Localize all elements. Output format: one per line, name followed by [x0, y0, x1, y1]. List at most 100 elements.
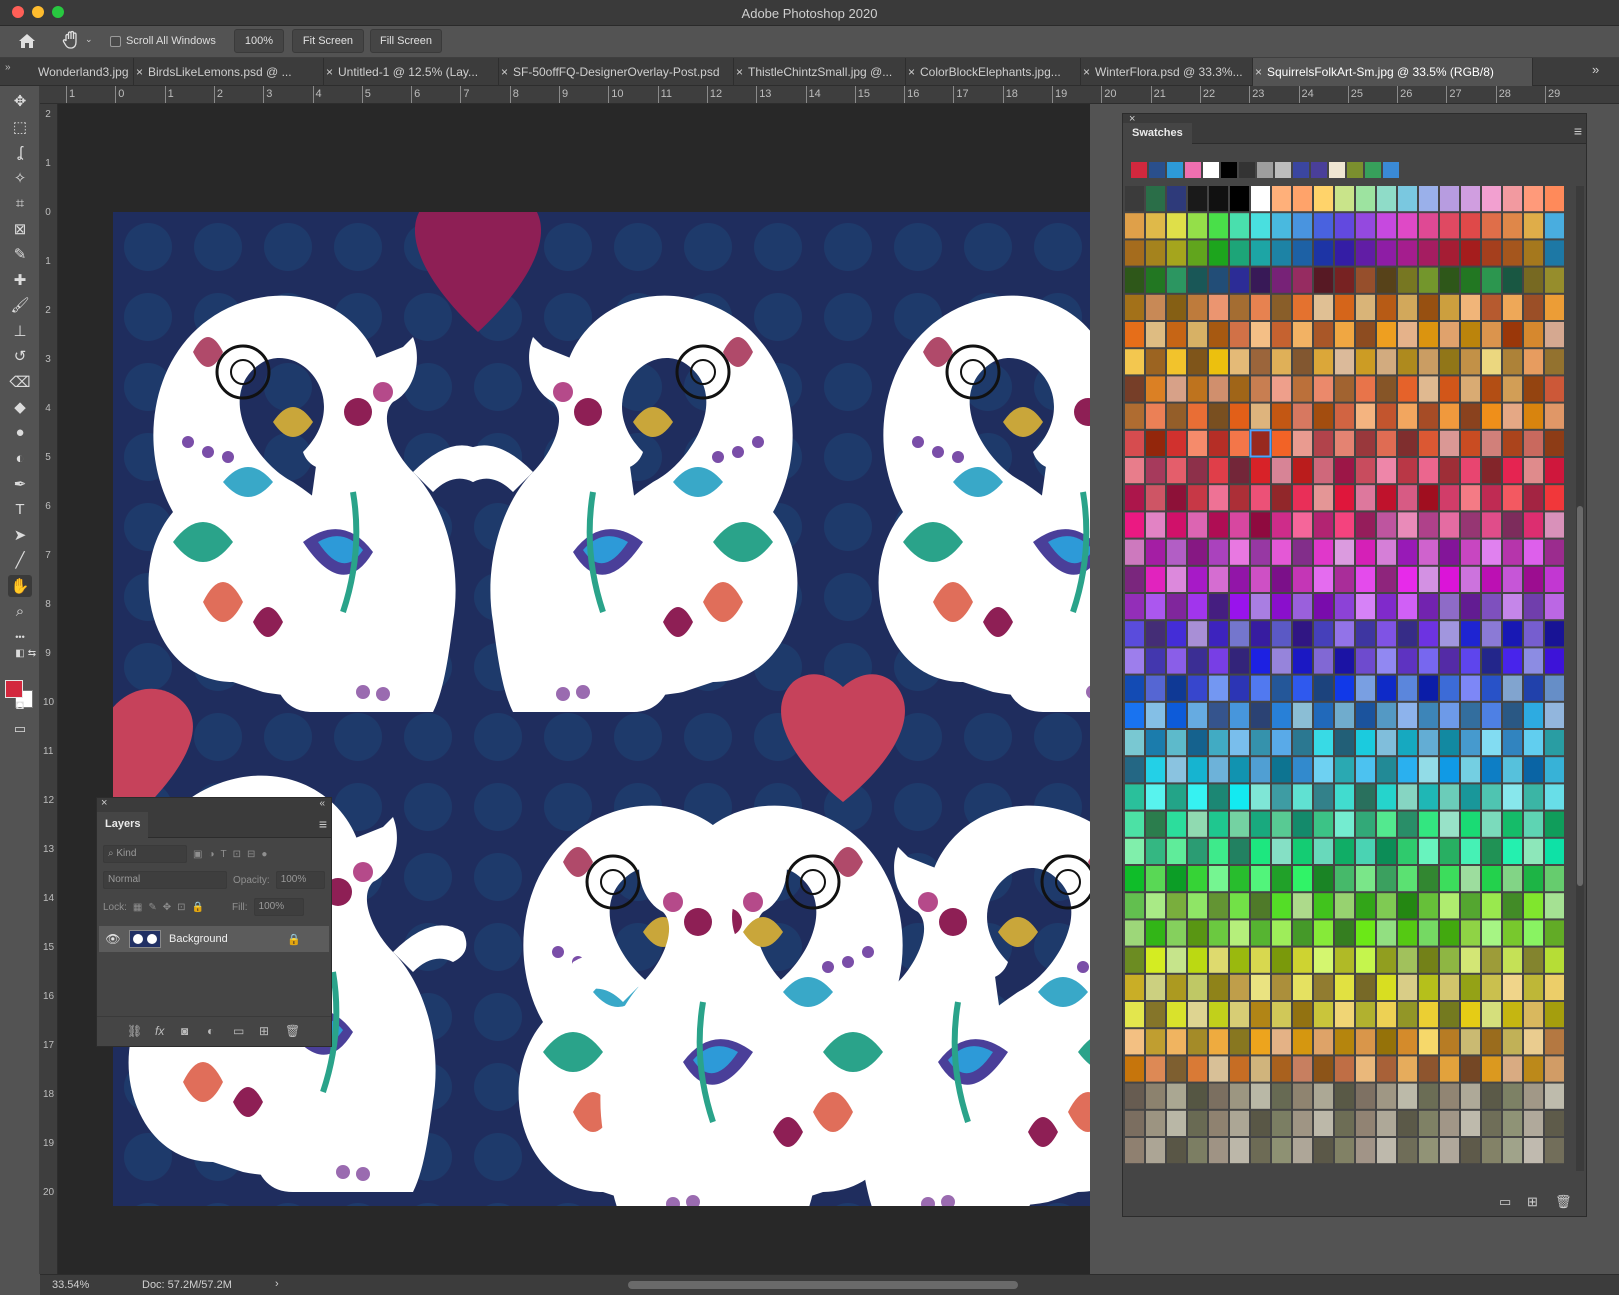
- swatch-cell[interactable]: [1524, 757, 1543, 783]
- swatch-cell[interactable]: [1482, 784, 1501, 810]
- swatch-cell[interactable]: [1293, 1056, 1312, 1082]
- tab-document[interactable]: × SquirrelsFolkArt-Sm.jpg @ 33.5% (RGB/8): [1253, 58, 1533, 86]
- swatch-cell[interactable]: [1272, 1056, 1291, 1082]
- swatch-cell[interactable]: [1125, 920, 1144, 946]
- swatch-cell[interactable]: [1314, 213, 1333, 239]
- swatch-cell[interactable]: [1419, 1002, 1438, 1028]
- swatch-cell[interactable]: [1335, 240, 1354, 266]
- swatch-cell[interactable]: [1335, 566, 1354, 592]
- swatch-cell[interactable]: [1356, 974, 1375, 1000]
- swatch-cell[interactable]: [1545, 430, 1564, 456]
- swatch-cell[interactable]: [1125, 1138, 1144, 1164]
- swatch-cell[interactable]: [1545, 811, 1564, 837]
- swatch-cell[interactable]: [1209, 294, 1228, 320]
- swatch-cell[interactable]: [1482, 1029, 1501, 1055]
- swatch-cell[interactable]: [1314, 512, 1333, 538]
- swatch-cell[interactable]: [1146, 186, 1165, 212]
- swatch-cell[interactable]: [1293, 430, 1312, 456]
- swatch-cell[interactable]: [1230, 267, 1249, 293]
- swatch-cell[interactable]: [1293, 1002, 1312, 1028]
- panel-menu-icon[interactable]: ≡: [1574, 123, 1582, 139]
- swatch-cell[interactable]: [1356, 1110, 1375, 1136]
- swatch-cell[interactable]: [1125, 1056, 1144, 1082]
- swatch-cell[interactable]: [1314, 866, 1333, 892]
- swatch-cell[interactable]: [1188, 702, 1207, 728]
- swatch-cell[interactable]: [1314, 784, 1333, 810]
- swatch-cell[interactable]: [1335, 702, 1354, 728]
- swatch-cell[interactable]: [1272, 267, 1291, 293]
- swatch-cell[interactable]: [1377, 430, 1396, 456]
- swatch-cell[interactable]: [1188, 621, 1207, 647]
- swatch-cell[interactable]: [1356, 430, 1375, 456]
- swatch-cell[interactable]: [1230, 485, 1249, 511]
- swatch-cell[interactable]: [1188, 1110, 1207, 1136]
- swatch-cell[interactable]: [1314, 757, 1333, 783]
- swatch-cell[interactable]: [1188, 485, 1207, 511]
- swatch-cell[interactable]: [1524, 920, 1543, 946]
- swatch-cell[interactable]: [1125, 702, 1144, 728]
- swatch-cell[interactable]: [1230, 648, 1249, 674]
- swatch-cell[interactable]: [1188, 213, 1207, 239]
- fx-icon[interactable]: fx: [155, 1024, 164, 1038]
- swatch-cell[interactable]: [1125, 376, 1144, 402]
- close-tab-icon[interactable]: ×: [1083, 58, 1090, 86]
- swatch-cell[interactable]: [1440, 1110, 1459, 1136]
- swatch-cell[interactable]: [1461, 920, 1480, 946]
- swatch-cell[interactable]: [1545, 1110, 1564, 1136]
- swatch-cell[interactable]: [1524, 566, 1543, 592]
- swatch-cell[interactable]: [1293, 539, 1312, 565]
- swatch-cell[interactable]: [1545, 539, 1564, 565]
- swatch-cell[interactable]: [1419, 1138, 1438, 1164]
- swatch-cell[interactable]: [1419, 920, 1438, 946]
- swatch-cell[interactable]: [1230, 730, 1249, 756]
- foreground-color-swatch[interactable]: [5, 680, 23, 698]
- swatch-cell[interactable]: [1398, 430, 1417, 456]
- swatch-cell[interactable]: [1545, 458, 1564, 484]
- fill-input[interactable]: 100%: [253, 898, 304, 916]
- canvas-area[interactable]: [58, 104, 1090, 1274]
- swatch-cell[interactable]: [1524, 702, 1543, 728]
- swatch-cell[interactable]: [1251, 213, 1270, 239]
- swatch-cell[interactable]: [1503, 1029, 1522, 1055]
- swatch-cell[interactable]: [1146, 675, 1165, 701]
- swatch-cell[interactable]: [1293, 349, 1312, 375]
- frame-tool[interactable]: ⊠: [8, 218, 32, 240]
- zoom-level[interactable]: 33.54%: [52, 1279, 89, 1291]
- swatch-cell[interactable]: [1125, 1002, 1144, 1028]
- swatch-cell[interactable]: [1146, 376, 1165, 402]
- swatch-cell[interactable]: [1503, 566, 1522, 592]
- swatch-cell[interactable]: [1503, 186, 1522, 212]
- lock-artboard-icon[interactable]: ⊡: [177, 902, 185, 913]
- swatch-cell[interactable]: [1377, 811, 1396, 837]
- swatch-cell[interactable]: [1356, 322, 1375, 348]
- swatch-cell[interactable]: [1230, 376, 1249, 402]
- swatch-cell[interactable]: [1398, 947, 1417, 973]
- swatch-cell[interactable]: [1167, 240, 1186, 266]
- swatch-cell[interactable]: [1356, 838, 1375, 864]
- swatch-cell[interactable]: [1209, 730, 1228, 756]
- swatch-cell[interactable]: [1377, 1138, 1396, 1164]
- swatch-cell[interactable]: [1230, 675, 1249, 701]
- swatch-cell[interactable]: [1398, 702, 1417, 728]
- close-tab-icon[interactable]: ×: [908, 58, 915, 86]
- swatch-cell[interactable]: [1419, 974, 1438, 1000]
- swatch-cell[interactable]: [1272, 811, 1291, 837]
- swatch-cell[interactable]: [1209, 430, 1228, 456]
- swatch-cell[interactable]: [1461, 1083, 1480, 1109]
- swatch-cell[interactable]: [1314, 539, 1333, 565]
- swatch-cell[interactable]: [1272, 294, 1291, 320]
- swatch-cell[interactable]: [1503, 403, 1522, 429]
- swatch-cell[interactable]: [1335, 648, 1354, 674]
- swatch-cell[interactable]: [1146, 349, 1165, 375]
- swatch-cell[interactable]: [1461, 349, 1480, 375]
- swatch-cell[interactable]: [1314, 974, 1333, 1000]
- swatch-cell[interactable]: [1335, 186, 1354, 212]
- swatch-cell[interactable]: [1419, 1083, 1438, 1109]
- swatch-cell[interactable]: [1251, 947, 1270, 973]
- swatch-cell[interactable]: [1293, 675, 1312, 701]
- swatch-cell[interactable]: [1503, 947, 1522, 973]
- swatch-cell[interactable]: [1146, 485, 1165, 511]
- swatch-cell[interactable]: [1251, 702, 1270, 728]
- swatch-cell[interactable]: [1314, 1083, 1333, 1109]
- swatch-cell[interactable]: [1167, 485, 1186, 511]
